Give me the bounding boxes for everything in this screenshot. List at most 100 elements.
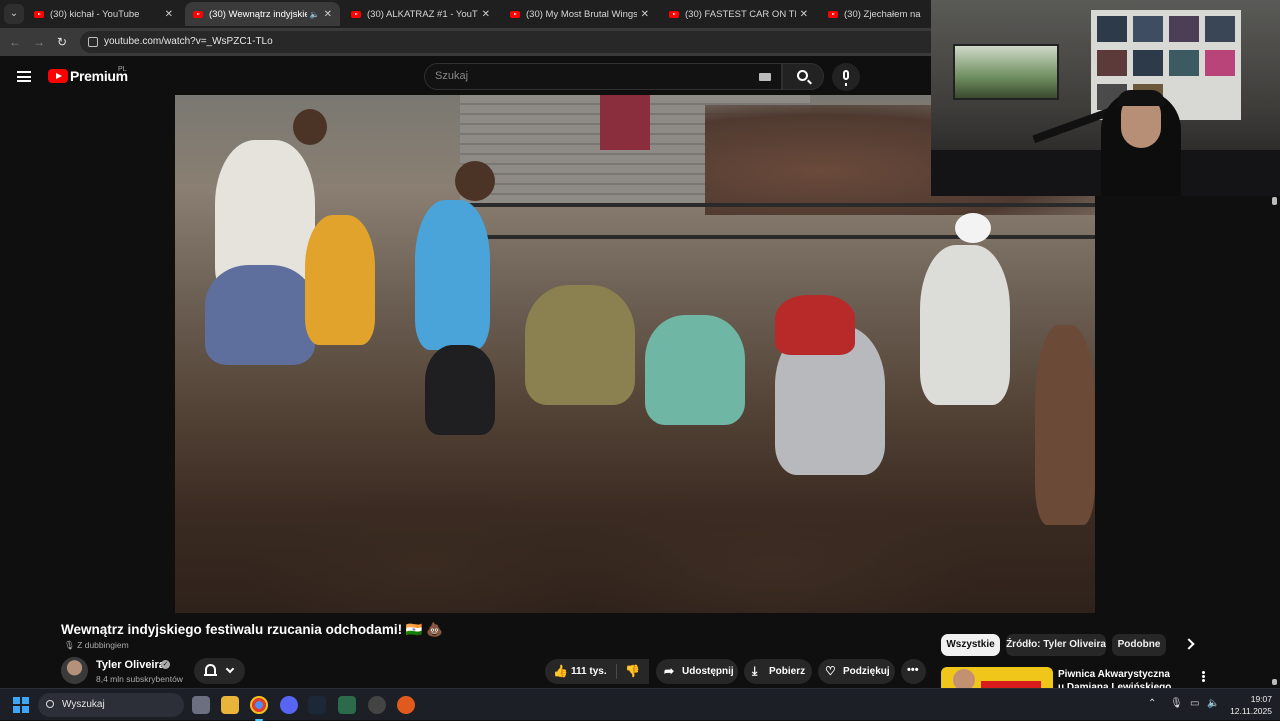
url-text: youtube.com/watch?v=_WsPZC1-TLo [104, 36, 273, 47]
chevron-down-icon [225, 664, 235, 674]
file-explorer-icon[interactable] [221, 696, 239, 714]
webcam-streamer-cap [1117, 90, 1165, 106]
thumbs-down-icon: 👎 [625, 664, 640, 678]
tab-title: (30) ALKATRAZ #1 - YouTube [367, 8, 478, 20]
windows-taskbar: Wyszukaj ⌃ 🎙 ▭ 🔈 19:07 12.11.2025 [0, 688, 1280, 721]
microphone-icon [843, 70, 849, 86]
clock-time: 19:07 [1250, 694, 1272, 704]
tab-title: (30) My Most Brutal Wingsuit Fl [526, 8, 637, 20]
tab-search-button[interactable]: ⌄ [4, 4, 24, 24]
voice-search-button[interactable] [832, 63, 860, 91]
youtube-favicon-icon [510, 10, 520, 18]
chevron-up-icon[interactable]: ⌃ [1148, 698, 1156, 709]
keyboard-icon[interactable] [759, 73, 771, 81]
video-frame-figure [775, 295, 855, 355]
clock-date: 12.11.2025 [1230, 706, 1272, 716]
thanks-button[interactable]: ♡ Podziękuj [818, 659, 895, 684]
youtube-favicon-icon [351, 10, 361, 18]
video-frame-figure [305, 215, 375, 345]
download-label: Pobierz [769, 666, 806, 677]
bell-icon [204, 664, 217, 676]
youtube-logo-icon[interactable] [48, 69, 68, 83]
video-frame-figure [645, 315, 745, 425]
address-bar[interactable]: youtube.com/watch?v=_WsPZC1-TLo [80, 31, 950, 53]
download-button[interactable]: ⤓ Pobierz [744, 659, 812, 684]
volume-icon[interactable]: 🔈 [1207, 698, 1219, 709]
browser-tab[interactable]: (30) FASTEST CAR ON THE PLAN ✕ [661, 2, 816, 26]
dislike-button[interactable]: 👎 [617, 659, 649, 684]
youtube-favicon-icon [34, 10, 44, 18]
share-button[interactable]: ➦ Udostępnij [656, 659, 738, 684]
chevron-right-icon[interactable] [1183, 638, 1195, 650]
search-icon [797, 70, 808, 81]
browser-tab-active[interactable]: (30) Wewnątrz indyjskiego f 🔈 ✕ [185, 2, 340, 26]
back-arrow-icon[interactable]: ← [6, 33, 24, 51]
video-frame-railing [465, 203, 1095, 207]
more-horizontal-icon: ••• [907, 664, 919, 676]
recommended-video-title[interactable]: Piwnica Akwarystyczna u Damiana Lewiński… [1058, 668, 1178, 690]
browser-tab[interactable]: (30) kichał - YouTube ✕ [26, 2, 181, 26]
search-button[interactable] [782, 63, 824, 90]
chip-from-channel[interactable]: Źródło: Tyler Oliveira [1006, 634, 1106, 656]
tab-title: (30) kichał - YouTube [50, 8, 140, 20]
streamer-webcam-overlay [931, 0, 1280, 196]
menu-icon[interactable] [17, 71, 31, 82]
search-placeholder: Szukaj [435, 70, 469, 82]
browser-tab[interactable]: (30) My Most Brutal Wingsuit Fl ✕ [502, 2, 657, 26]
dubbing-icon: 🎙 [64, 640, 75, 650]
tab-title: (30) Zjechałem na nartach [844, 8, 923, 20]
system-clock[interactable]: 19:07 12.11.2025 [1228, 693, 1272, 717]
search-input[interactable]: Szukaj [424, 63, 782, 90]
video-frame-railing [465, 235, 1095, 239]
channel-name[interactable]: Tyler Oliveira [96, 659, 165, 671]
dubbed-label: 🎙 Z dubbingiem [64, 640, 129, 651]
taskbar-search-input[interactable]: Wyszukaj [38, 693, 184, 717]
reload-icon[interactable]: ↻ [53, 33, 71, 51]
browser-tab[interactable]: (30) Zjechałem na nartach [820, 2, 931, 26]
subscriber-count: 8,4 mln subskrybentów [96, 674, 183, 684]
chip-related[interactable]: Podobne [1112, 634, 1166, 656]
chip-all[interactable]: Wszystkie [941, 634, 1000, 656]
more-vertical-icon[interactable] [1202, 671, 1205, 674]
speaker-icon[interactable]: 🔈 [310, 10, 320, 19]
video-frame-door [600, 95, 650, 150]
youtube-favicon-icon [828, 10, 838, 18]
tab-title: (30) FASTEST CAR ON THE PLAN [685, 8, 796, 20]
site-info-icon[interactable] [88, 37, 98, 47]
share-label: Udostępnij [682, 666, 734, 677]
verified-badge-icon: ✓ [161, 660, 170, 669]
close-tab-icon[interactable]: ✕ [324, 9, 332, 20]
scrollbar-down-arrow[interactable] [1272, 679, 1277, 685]
discord-icon[interactable] [280, 696, 298, 714]
obs-icon[interactable] [368, 696, 386, 714]
download-icon: ⤓ [752, 664, 758, 678]
app-icon[interactable] [397, 696, 415, 714]
more-actions-button[interactable]: ••• [901, 659, 926, 684]
close-tab-icon[interactable]: ✕ [165, 9, 173, 20]
task-view-icon[interactable] [192, 696, 210, 714]
video-frame-figure [955, 213, 991, 243]
like-count: 111 tys. [571, 666, 607, 677]
video-frame-figure [425, 345, 495, 435]
video-frame-figure [920, 245, 1010, 405]
xbox-app-icon[interactable] [338, 696, 356, 714]
video-frame-figure [415, 200, 490, 350]
network-icon[interactable]: ▭ [1190, 698, 1199, 709]
forward-arrow-icon[interactable]: → [30, 33, 48, 51]
notifications-button[interactable] [194, 658, 245, 684]
close-tab-icon[interactable]: ✕ [482, 9, 490, 20]
microphone-tray-icon[interactable]: 🎙 [1170, 698, 1183, 709]
thanks-label: Podziękuj [843, 666, 890, 677]
windows-start-icon[interactable] [13, 697, 29, 713]
video-frame-figure [455, 161, 495, 201]
video-title: Wewnątrz indyjskiego festiwalu rzucania … [61, 622, 444, 637]
chrome-icon[interactable] [250, 696, 268, 721]
youtube-favicon-icon [193, 10, 203, 18]
channel-avatar[interactable] [61, 657, 88, 684]
steam-icon[interactable] [308, 696, 326, 714]
browser-tab[interactable]: (30) ALKATRAZ #1 - YouTube ✕ [343, 2, 498, 26]
scrollbar-up-arrow[interactable] [1272, 197, 1277, 205]
close-tab-icon[interactable]: ✕ [641, 9, 649, 20]
video-frame-figure [1035, 325, 1095, 525]
close-tab-icon[interactable]: ✕ [800, 9, 808, 20]
